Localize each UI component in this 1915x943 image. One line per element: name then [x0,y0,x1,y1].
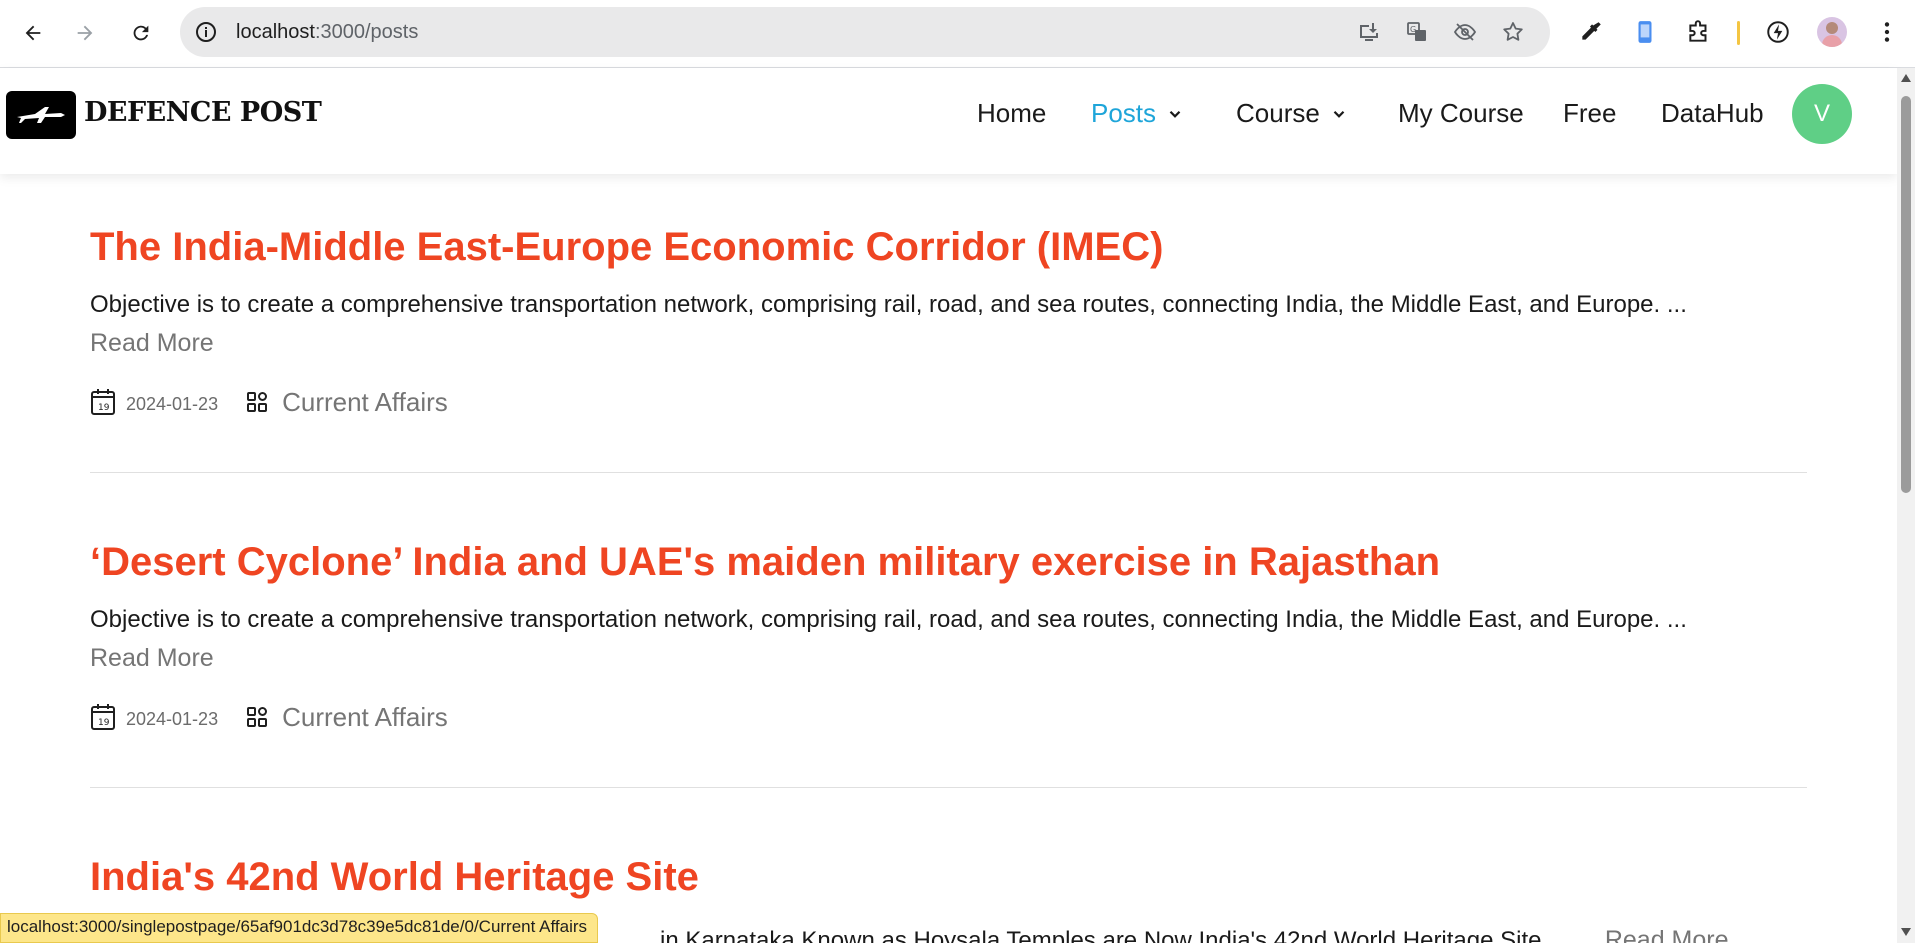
kebab-menu-icon[interactable] [1872,17,1902,47]
post-excerpt-text: in Karnataka Known as Hoysala Temples ar… [660,927,1575,943]
browser-profile-avatar[interactable] [1817,17,1847,47]
logo-icon[interactable] [6,91,76,139]
chevron-down-icon [1169,110,1181,118]
nav-my-course[interactable]: My Course [1398,98,1524,129]
reload-button[interactable] [123,15,159,51]
calendar-icon: 19 [91,389,115,415]
post-card: The India-Middle East-Europe Economic Co… [90,222,1807,419]
post-excerpt: in Karnataka Known as Hoysala Temples ar… [660,926,1729,943]
site-header: DEFENCE POST Home Posts Course My Course… [0,68,1897,174]
url-path: :3000/posts [314,21,419,43]
browser-toolbar: localhost:3000/posts G [0,0,1915,68]
nav-datahub[interactable]: DataHub [1661,98,1764,129]
user-avatar[interactable]: V [1792,84,1852,144]
address-bar[interactable]: localhost:3000/posts G [180,7,1550,57]
back-arrow-icon [25,25,41,41]
url-text[interactable]: localhost:3000/posts [236,21,418,44]
post-card: India's 42nd World Heritage Site [90,852,1807,902]
post-date: 2024-01-23 [126,393,219,414]
post-excerpt: Objective is to create a comprehensive t… [90,286,1807,363]
link-status-tooltip: localhost:3000/singlepostpage/65af901dc3… [0,913,599,943]
back-button[interactable] [15,15,51,51]
bookmark-star-icon[interactable] [1500,19,1526,45]
forward-arrow-icon [77,25,93,41]
scrollbar-thumb[interactable] [1901,96,1911,493]
post-excerpt-text: Objective is to create a comprehensive t… [90,291,1687,318]
forward-button[interactable] [67,15,103,51]
install-app-icon[interactable] [1356,19,1382,45]
nav-home[interactable]: Home [977,98,1046,129]
scroll-up-arrow-icon[interactable] [1901,74,1911,82]
post-excerpt-text: Objective is to create a comprehensive t… [90,606,1687,633]
read-more-link[interactable]: Read More [1605,926,1729,943]
site-info-icon[interactable] [194,20,218,44]
post-title[interactable]: ‘Desert Cyclone’ India and UAE's maiden … [90,537,1807,587]
calendar-icon: 19 [91,704,115,730]
post-title[interactable]: India's 42nd World Heritage Site [90,852,1807,902]
posts-list: The India-Middle East-Europe Economic Co… [0,174,1897,943]
eye-hidden-icon[interactable] [1452,19,1478,45]
nav-datahub-label: DataHub [1661,98,1764,128]
calendar-day: 19 [98,403,110,413]
nav-course-label: Course [1236,98,1320,128]
nav-free[interactable]: Free [1563,98,1616,129]
performance-leaf-icon[interactable] [1763,17,1793,47]
fighter-jet-icon [17,107,65,123]
nav-posts-label: Posts [1091,98,1157,128]
post-date: 2024-01-23 [126,708,219,729]
nav-course[interactable]: Course [1236,98,1348,129]
svg-text:G: G [1410,25,1416,34]
phone-extension-icon[interactable] [1630,17,1660,47]
translate-icon[interactable]: G [1404,19,1430,45]
nav-home-label: Home [977,98,1047,128]
post-divider [90,787,1807,788]
logo-text[interactable]: DEFENCE POST [84,97,322,128]
post-card: ‘Desert Cyclone’ India and UAE's maiden … [90,537,1807,734]
calendar-day: 19 [98,718,110,728]
page-scrollbar[interactable] [1897,68,1915,943]
nav-posts[interactable]: Posts [1091,98,1184,129]
post-excerpt: Objective is to create a comprehensive t… [90,601,1807,678]
post-divider [90,472,1807,473]
post-category[interactable]: Current Affairs [282,387,448,418]
read-more-link[interactable]: Read More [90,644,214,672]
post-category[interactable]: Current Affairs [282,702,448,733]
toolbar-divider [1737,21,1740,45]
profile-head [1826,22,1838,34]
url-host: localhost [236,21,315,43]
nav-my-course-label: My Course [1398,98,1524,128]
category-grid-icon [247,392,268,412]
scroll-down-arrow-icon[interactable] [1901,928,1911,936]
post-title[interactable]: The India-Middle East-Europe Economic Co… [90,222,1807,272]
category-grid-icon [247,707,268,727]
nav-free-label: Free [1563,98,1617,128]
chevron-down-icon [1333,110,1345,118]
post-meta: 19 2024-01-23 Current Affairs [90,385,1807,419]
reload-icon [133,25,149,41]
eyedropper-extension-icon[interactable] [1576,17,1606,47]
read-more-link[interactable]: Read More [90,329,214,357]
profile-body [1822,35,1842,47]
extensions-puzzle-icon[interactable] [1684,17,1714,47]
post-meta: 19 2024-01-23 Current Affairs [90,700,1807,734]
